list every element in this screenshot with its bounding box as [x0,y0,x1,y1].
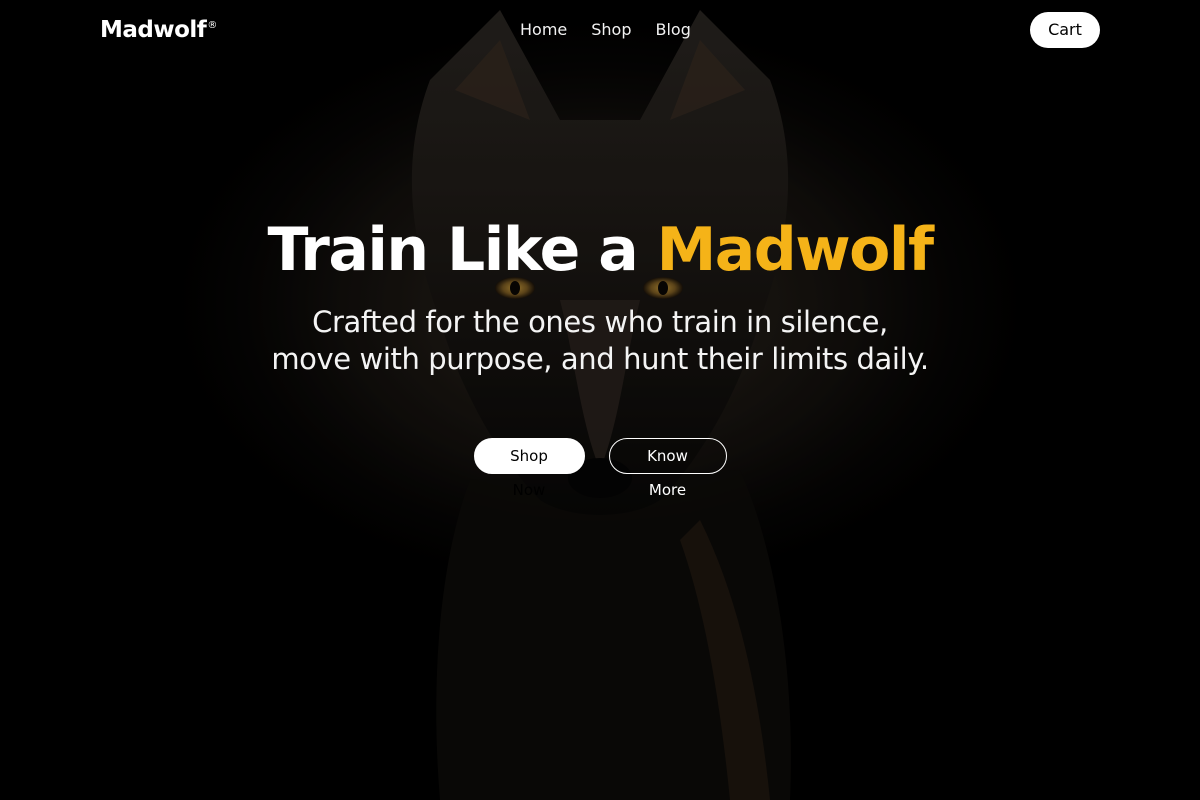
shop-now-button[interactable]: Shop Now [473,438,585,499]
nav-link-blog[interactable]: Blog [656,20,691,40]
hero-section: Train Like a Madwolf Crafted for the one… [0,210,1200,499]
hero-subtitle: Crafted for the ones who train in silenc… [240,304,960,378]
hero-actions: Shop Now Know More [0,438,1200,499]
brand-logo[interactable]: Madwolf® [100,16,217,44]
hero-title-prefix: Train Like a [267,215,657,285]
site-header: Madwolf® Home Shop Blog Cart [0,0,1200,60]
cart-button[interactable]: Cart [1030,12,1100,48]
main-nav: Home Shop Blog [520,20,691,40]
hero-title-accent: Madwolf [656,215,934,285]
registered-mark: ® [207,20,217,31]
know-more-button[interactable]: Know More [608,438,727,499]
nav-link-home[interactable]: Home [520,20,567,40]
brand-name: Madwolf [100,17,207,43]
nav-link-shop[interactable]: Shop [591,20,631,40]
hero-subtitle-line-1: Crafted for the ones who train in silenc… [312,305,888,339]
hero-title: Train Like a Madwolf [0,210,1200,290]
hero-subtitle-line-2: move with purpose, and hunt their limits… [271,342,929,376]
